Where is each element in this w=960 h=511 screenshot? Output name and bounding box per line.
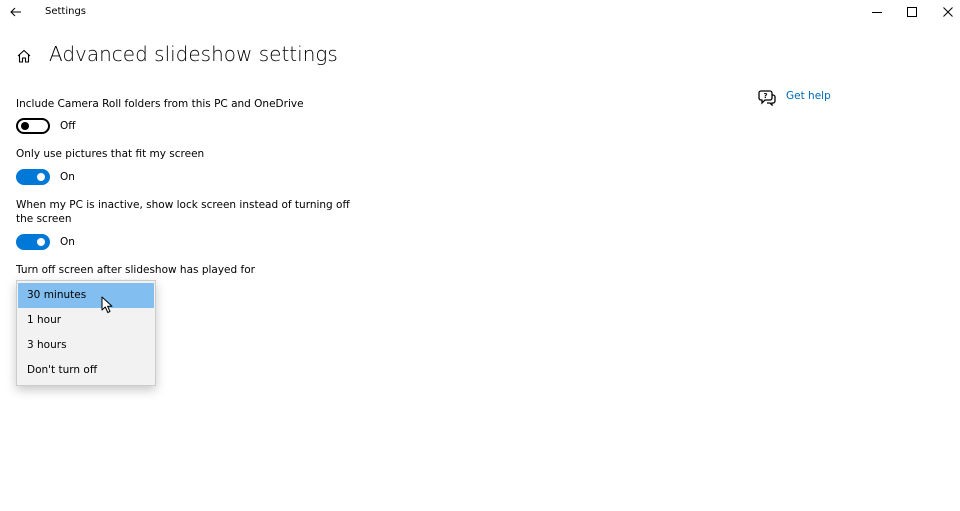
minimize-icon	[872, 12, 882, 13]
maximize-icon	[907, 7, 917, 17]
home-icon	[17, 49, 31, 63]
mouse-cursor-icon	[101, 296, 113, 313]
fit-screen-label: Only use pictures that fit my screen	[16, 148, 205, 160]
home-button[interactable]	[14, 45, 34, 67]
toggle-knob	[21, 122, 29, 130]
window-title: Settings	[45, 6, 87, 17]
turn-off-dropdown-list[interactable]: 30 minutes 1 hour 3 hours Don't turn off	[16, 280, 156, 386]
close-icon	[943, 7, 953, 17]
page-title: Advanced slideshow settings	[49, 42, 338, 66]
dropdown-option-1-hour[interactable]: 1 hour	[18, 308, 154, 333]
get-help-link[interactable]: Get help	[786, 90, 831, 102]
back-arrow-icon	[10, 7, 21, 17]
fit-screen-toggle[interactable]	[16, 169, 50, 185]
lock-screen-toggle[interactable]	[16, 234, 50, 250]
camera-roll-toggle[interactable]	[16, 118, 50, 134]
maximize-button[interactable]	[894, 0, 930, 24]
lock-screen-label: When my PC is inactive, show lock screen…	[16, 199, 350, 225]
dropdown-option-dont-turn-off[interactable]: Don't turn off	[18, 358, 154, 383]
toggle-knob	[37, 173, 45, 181]
dropdown-option-30-minutes[interactable]: 30 minutes	[18, 283, 154, 308]
camera-roll-label: Include Camera Roll folders from this PC…	[16, 98, 304, 110]
dropdown-option-3-hours[interactable]: 3 hours	[18, 333, 154, 358]
minimize-button[interactable]	[859, 0, 895, 24]
fit-screen-state: On	[60, 171, 75, 183]
turn-off-label: Turn off screen after slideshow has play…	[16, 264, 255, 276]
back-button[interactable]	[0, 0, 32, 24]
camera-roll-state: Off	[60, 120, 76, 132]
close-button[interactable]	[930, 0, 960, 24]
svg-text:?: ?	[763, 92, 767, 100]
toggle-knob	[37, 238, 45, 246]
help-chat-icon: ?	[758, 90, 776, 106]
lock-screen-state: On	[60, 236, 75, 248]
